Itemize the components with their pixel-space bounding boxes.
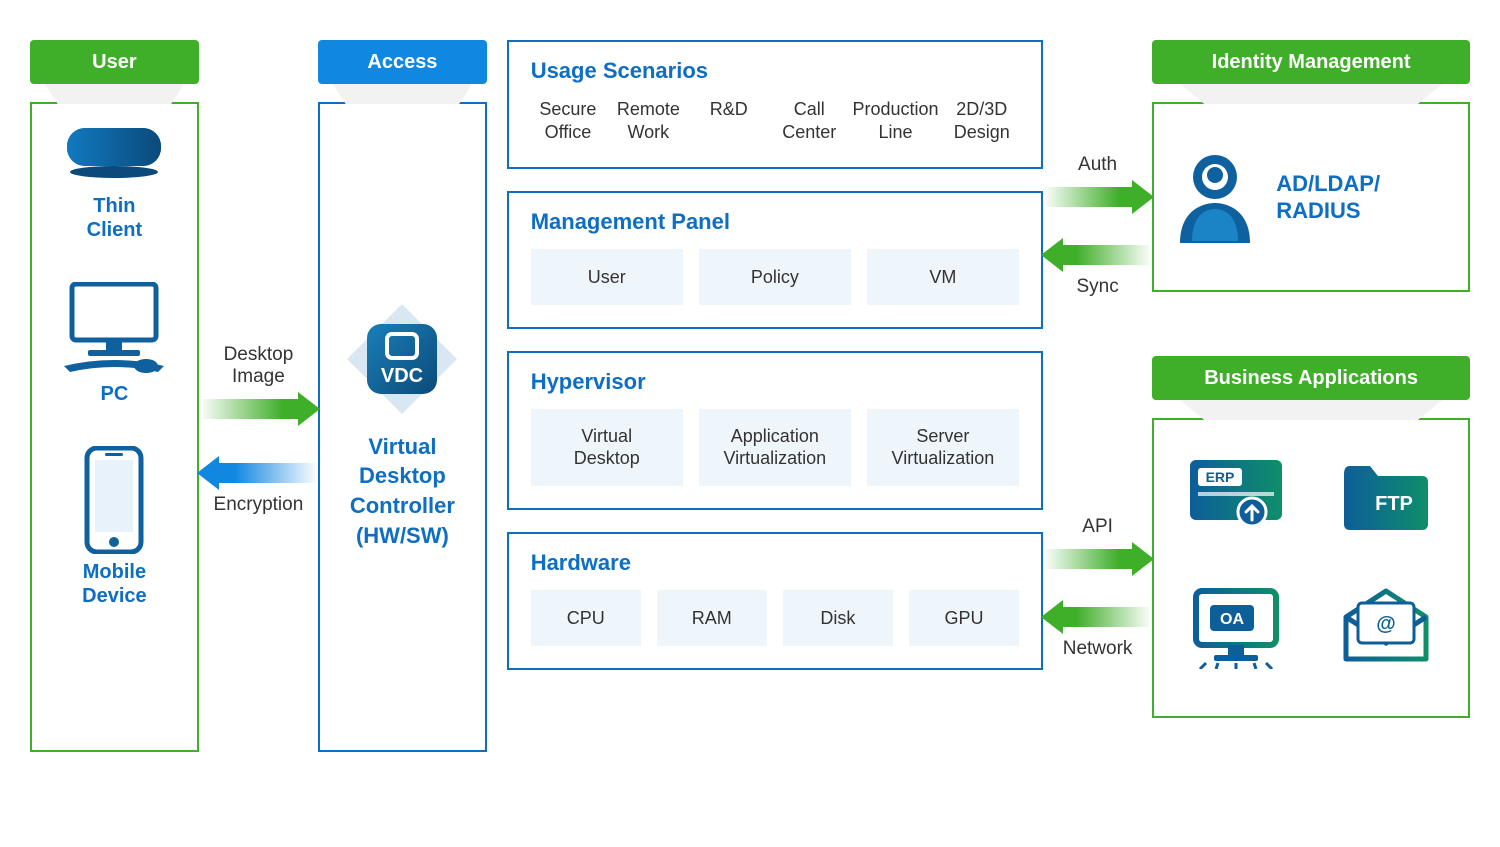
business-header-skirt [1178,398,1445,420]
mail-icon: @ [1338,587,1434,667]
arrow-auth [1043,180,1152,214]
thin-client-icon [59,124,169,188]
panel-hypervisor: Hypervisor Virtual Desktop Application V… [507,351,1043,510]
hw-tile: Disk [783,590,893,646]
center-column: Usage Scenarios Secure Office Remote Wor… [507,40,1043,670]
usage-item: Remote Work [611,98,685,145]
arrow-desktop-image [199,392,318,426]
panel-hypervisor-title: Hypervisor [531,369,1019,395]
erp-icon: ERP [1188,454,1284,534]
access-label: Virtual Desktop Controller (HW/SW) [350,432,455,551]
hyp-tile: Server Virtualization [867,409,1019,486]
svg-text:FTP: FTP [1375,493,1413,515]
arrow-api [1043,542,1152,576]
person-icon [1172,147,1258,247]
identity-box: AD/LDAP/ RADIUS [1152,102,1470,292]
sync-label: Sync [1043,276,1152,298]
usage-item: Call Center [772,98,846,145]
center-right-arrows: Auth Sync API Network [1043,40,1152,663]
access-column: Access VDC Virtual Desktop Controller (H… [318,40,487,752]
panel-usage: Usage Scenarios Secure Office Remote Wor… [507,40,1043,169]
desktop-image-label: Desktop Image [199,344,318,388]
auth-label: Auth [1043,154,1152,176]
usage-item: 2D/3D Design [945,98,1019,145]
business-header: Business Applications [1152,356,1470,400]
arrow-sync [1043,238,1152,272]
identity-label: AD/LDAP/ RADIUS [1276,170,1380,225]
ftp-icon: FTP [1338,454,1434,534]
panel-usage-title: Usage Scenarios [531,58,1019,84]
hw-tile: GPU [909,590,1019,646]
svg-text:OA: OA [1220,611,1244,628]
api-label: API [1043,516,1152,538]
network-label: Network [1043,638,1152,660]
access-box: VDC Virtual Desktop Controller (HW/SW) [318,102,487,752]
panel-hardware-title: Hardware [531,550,1019,576]
right-column: Identity Management AD/LDAP/ RADIUS Busi… [1152,40,1470,718]
usage-item: Secure Office [531,98,605,145]
vdc-icon: VDC [347,304,457,414]
user-box: Thin Client PC Mobi [30,102,199,752]
app-ftp: FTP [1336,450,1436,538]
usage-item: Production Line [852,98,938,145]
user-header: User [30,40,199,84]
panel-hardware: Hardware CPU RAM Disk GPU [507,532,1043,670]
arrow-network [1043,600,1152,634]
usage-items: Secure Office Remote Work R&D Call Cente… [531,98,1019,145]
encryption-label: Encryption [199,494,318,516]
app-erp: ERP [1186,450,1286,538]
identity-header: Identity Management [1152,40,1470,84]
mgmt-tile: User [531,249,683,305]
usage-item: R&D [692,98,766,145]
access-header: Access [318,40,487,84]
device-thin-client-label: Thin Client [87,194,143,242]
device-pc: PC [58,282,170,406]
user-column: User Thin Client [30,40,199,752]
hw-tile: CPU [531,590,641,646]
vdc-badge-text: VDC [381,365,423,387]
mgmt-tile: VM [867,249,1019,305]
pc-icon [58,282,170,376]
hyp-tile: Virtual Desktop [531,409,683,486]
identity-header-skirt [1178,82,1445,104]
hw-tile: RAM [657,590,767,646]
arrow-encryption [199,456,318,490]
svg-text:@: @ [1376,613,1396,635]
device-pc-label: PC [101,382,129,406]
mobile-icon [81,446,147,554]
svg-text:ERP: ERP [1206,469,1235,485]
device-mobile-label: Mobile Device [82,560,147,608]
user-header-skirt [44,82,186,104]
panel-mgmt-title: Management Panel [531,209,1019,235]
mgmt-tile: Policy [699,249,851,305]
device-thin-client: Thin Client [59,124,169,242]
oa-icon: OA [1188,585,1284,669]
business-box: ERP FTP OA [1152,418,1470,718]
hyp-tile: Application Virtualization [699,409,851,486]
app-mail: @ [1336,583,1436,671]
access-header-skirt [332,82,474,104]
user-access-arrows: Desktop Image Encryption [199,40,318,520]
panel-mgmt: Management Panel User Policy VM [507,191,1043,329]
device-mobile: Mobile Device [81,446,147,608]
app-oa: OA [1186,583,1286,671]
